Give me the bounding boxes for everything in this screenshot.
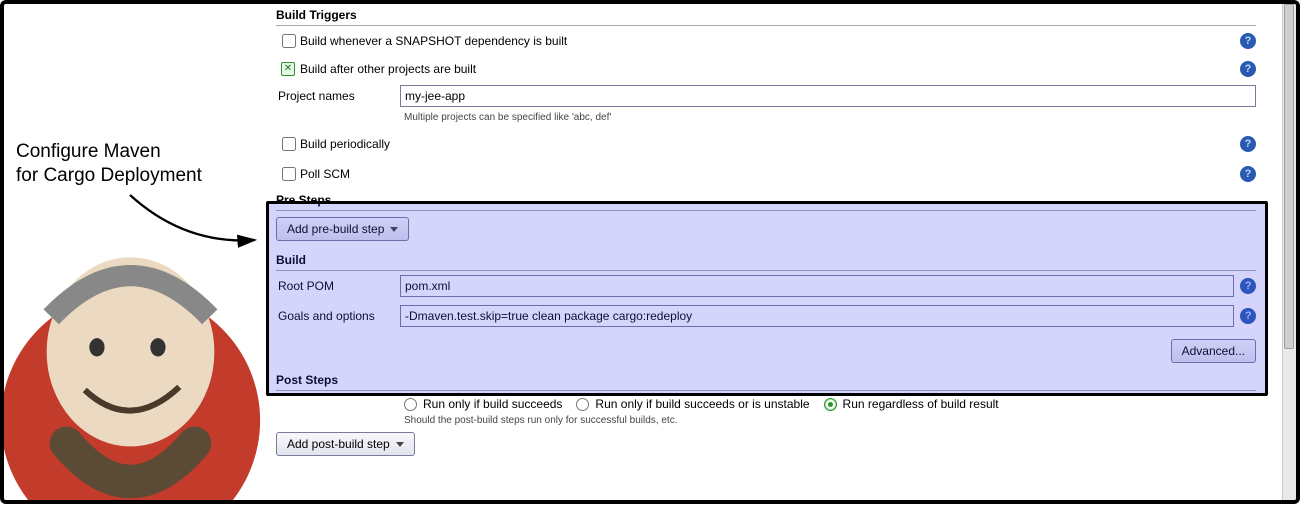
add-pre-build-step-label: Add pre-build step bbox=[287, 222, 384, 236]
trigger-pollscm-checkbox[interactable] bbox=[282, 167, 296, 181]
trigger-after-projects-row: ✕ Build after other projects are built ? bbox=[276, 56, 1256, 82]
trigger-periodically-checkbox[interactable] bbox=[282, 137, 296, 151]
trigger-after-projects-label: Build after other projects are built bbox=[300, 62, 1234, 76]
goals-label: Goals and options bbox=[276, 309, 400, 323]
trigger-snapshot-checkbox[interactable] bbox=[282, 34, 296, 48]
trigger-pollscm-row: Poll SCM ? bbox=[276, 159, 1256, 189]
help-icon[interactable]: ? bbox=[1240, 166, 1256, 182]
goals-row: Goals and options ? bbox=[276, 301, 1256, 331]
trigger-snapshot-row: Build whenever a SNAPSHOT dependency is … bbox=[276, 26, 1256, 56]
add-post-build-step-button[interactable]: Add post-build step bbox=[276, 432, 415, 456]
help-icon[interactable]: ? bbox=[1240, 33, 1256, 49]
scrollbar-track[interactable] bbox=[1282, 4, 1296, 500]
post-steps-radio-group: Run only if build succeeds Run only if b… bbox=[276, 391, 1256, 413]
root-pom-row: Root POM ? bbox=[276, 271, 1256, 301]
dropdown-caret-icon bbox=[390, 227, 398, 232]
annotation-arrow-icon bbox=[125, 190, 275, 265]
post-steps-radio-unstable-label: Run only if build succeeds or is unstabl… bbox=[595, 397, 809, 411]
radio-icon bbox=[404, 398, 417, 411]
radio-icon bbox=[576, 398, 589, 411]
post-steps-radio-succeeds-label: Run only if build succeeds bbox=[423, 397, 562, 411]
post-steps-radio-regardless-label: Run regardless of build result bbox=[843, 397, 999, 411]
root-pom-label: Root POM bbox=[276, 279, 400, 293]
annotation-line2: for Cargo Deployment bbox=[16, 164, 202, 188]
post-steps-radio-unstable[interactable]: Run only if build succeeds or is unstabl… bbox=[576, 397, 809, 411]
dropdown-caret-icon bbox=[396, 442, 404, 447]
annotation-line1: Configure Maven bbox=[16, 140, 202, 164]
trigger-snapshot-label: Build whenever a SNAPSHOT dependency is … bbox=[300, 34, 1234, 48]
project-names-hint: Multiple projects can be specified like … bbox=[276, 110, 1256, 129]
trigger-periodically-row: Build periodically ? bbox=[276, 129, 1256, 159]
post-steps-radio-regardless[interactable]: Run regardless of build result bbox=[824, 397, 999, 411]
root-pom-input[interactable] bbox=[400, 275, 1234, 297]
project-names-row: Project names bbox=[276, 82, 1256, 110]
add-post-build-step-label: Add post-build step bbox=[287, 437, 390, 451]
trigger-pollscm-label: Poll SCM bbox=[300, 167, 1234, 181]
goals-input[interactable] bbox=[400, 305, 1234, 327]
help-icon[interactable]: ? bbox=[1240, 308, 1256, 324]
help-icon[interactable]: ? bbox=[1240, 278, 1256, 294]
help-icon[interactable]: ? bbox=[1240, 136, 1256, 152]
post-steps-hint: Should the post-build steps run only for… bbox=[276, 413, 1256, 432]
add-pre-build-step-button[interactable]: Add pre-build step bbox=[276, 217, 409, 241]
annotation-label: Configure Maven for Cargo Deployment bbox=[16, 140, 202, 188]
advanced-button[interactable]: Advanced... bbox=[1171, 339, 1256, 363]
scrollbar-thumb[interactable] bbox=[1284, 4, 1294, 349]
help-icon[interactable]: ? bbox=[1240, 61, 1256, 77]
project-names-label: Project names bbox=[276, 89, 400, 103]
advanced-button-label: Advanced... bbox=[1182, 344, 1245, 358]
radio-icon bbox=[824, 398, 837, 411]
post-steps-radio-succeeds[interactable]: Run only if build succeeds bbox=[404, 397, 562, 411]
project-names-input[interactable] bbox=[400, 85, 1256, 107]
section-build-triggers-title: Build Triggers bbox=[276, 4, 1256, 26]
trigger-periodically-label: Build periodically bbox=[300, 137, 1234, 151]
section-pre-steps-title: Pre Steps bbox=[276, 189, 1256, 211]
section-post-steps-title: Post Steps bbox=[276, 369, 1256, 391]
trigger-after-projects-checkbox[interactable]: ✕ bbox=[281, 62, 295, 76]
section-build-title: Build bbox=[276, 249, 1256, 271]
